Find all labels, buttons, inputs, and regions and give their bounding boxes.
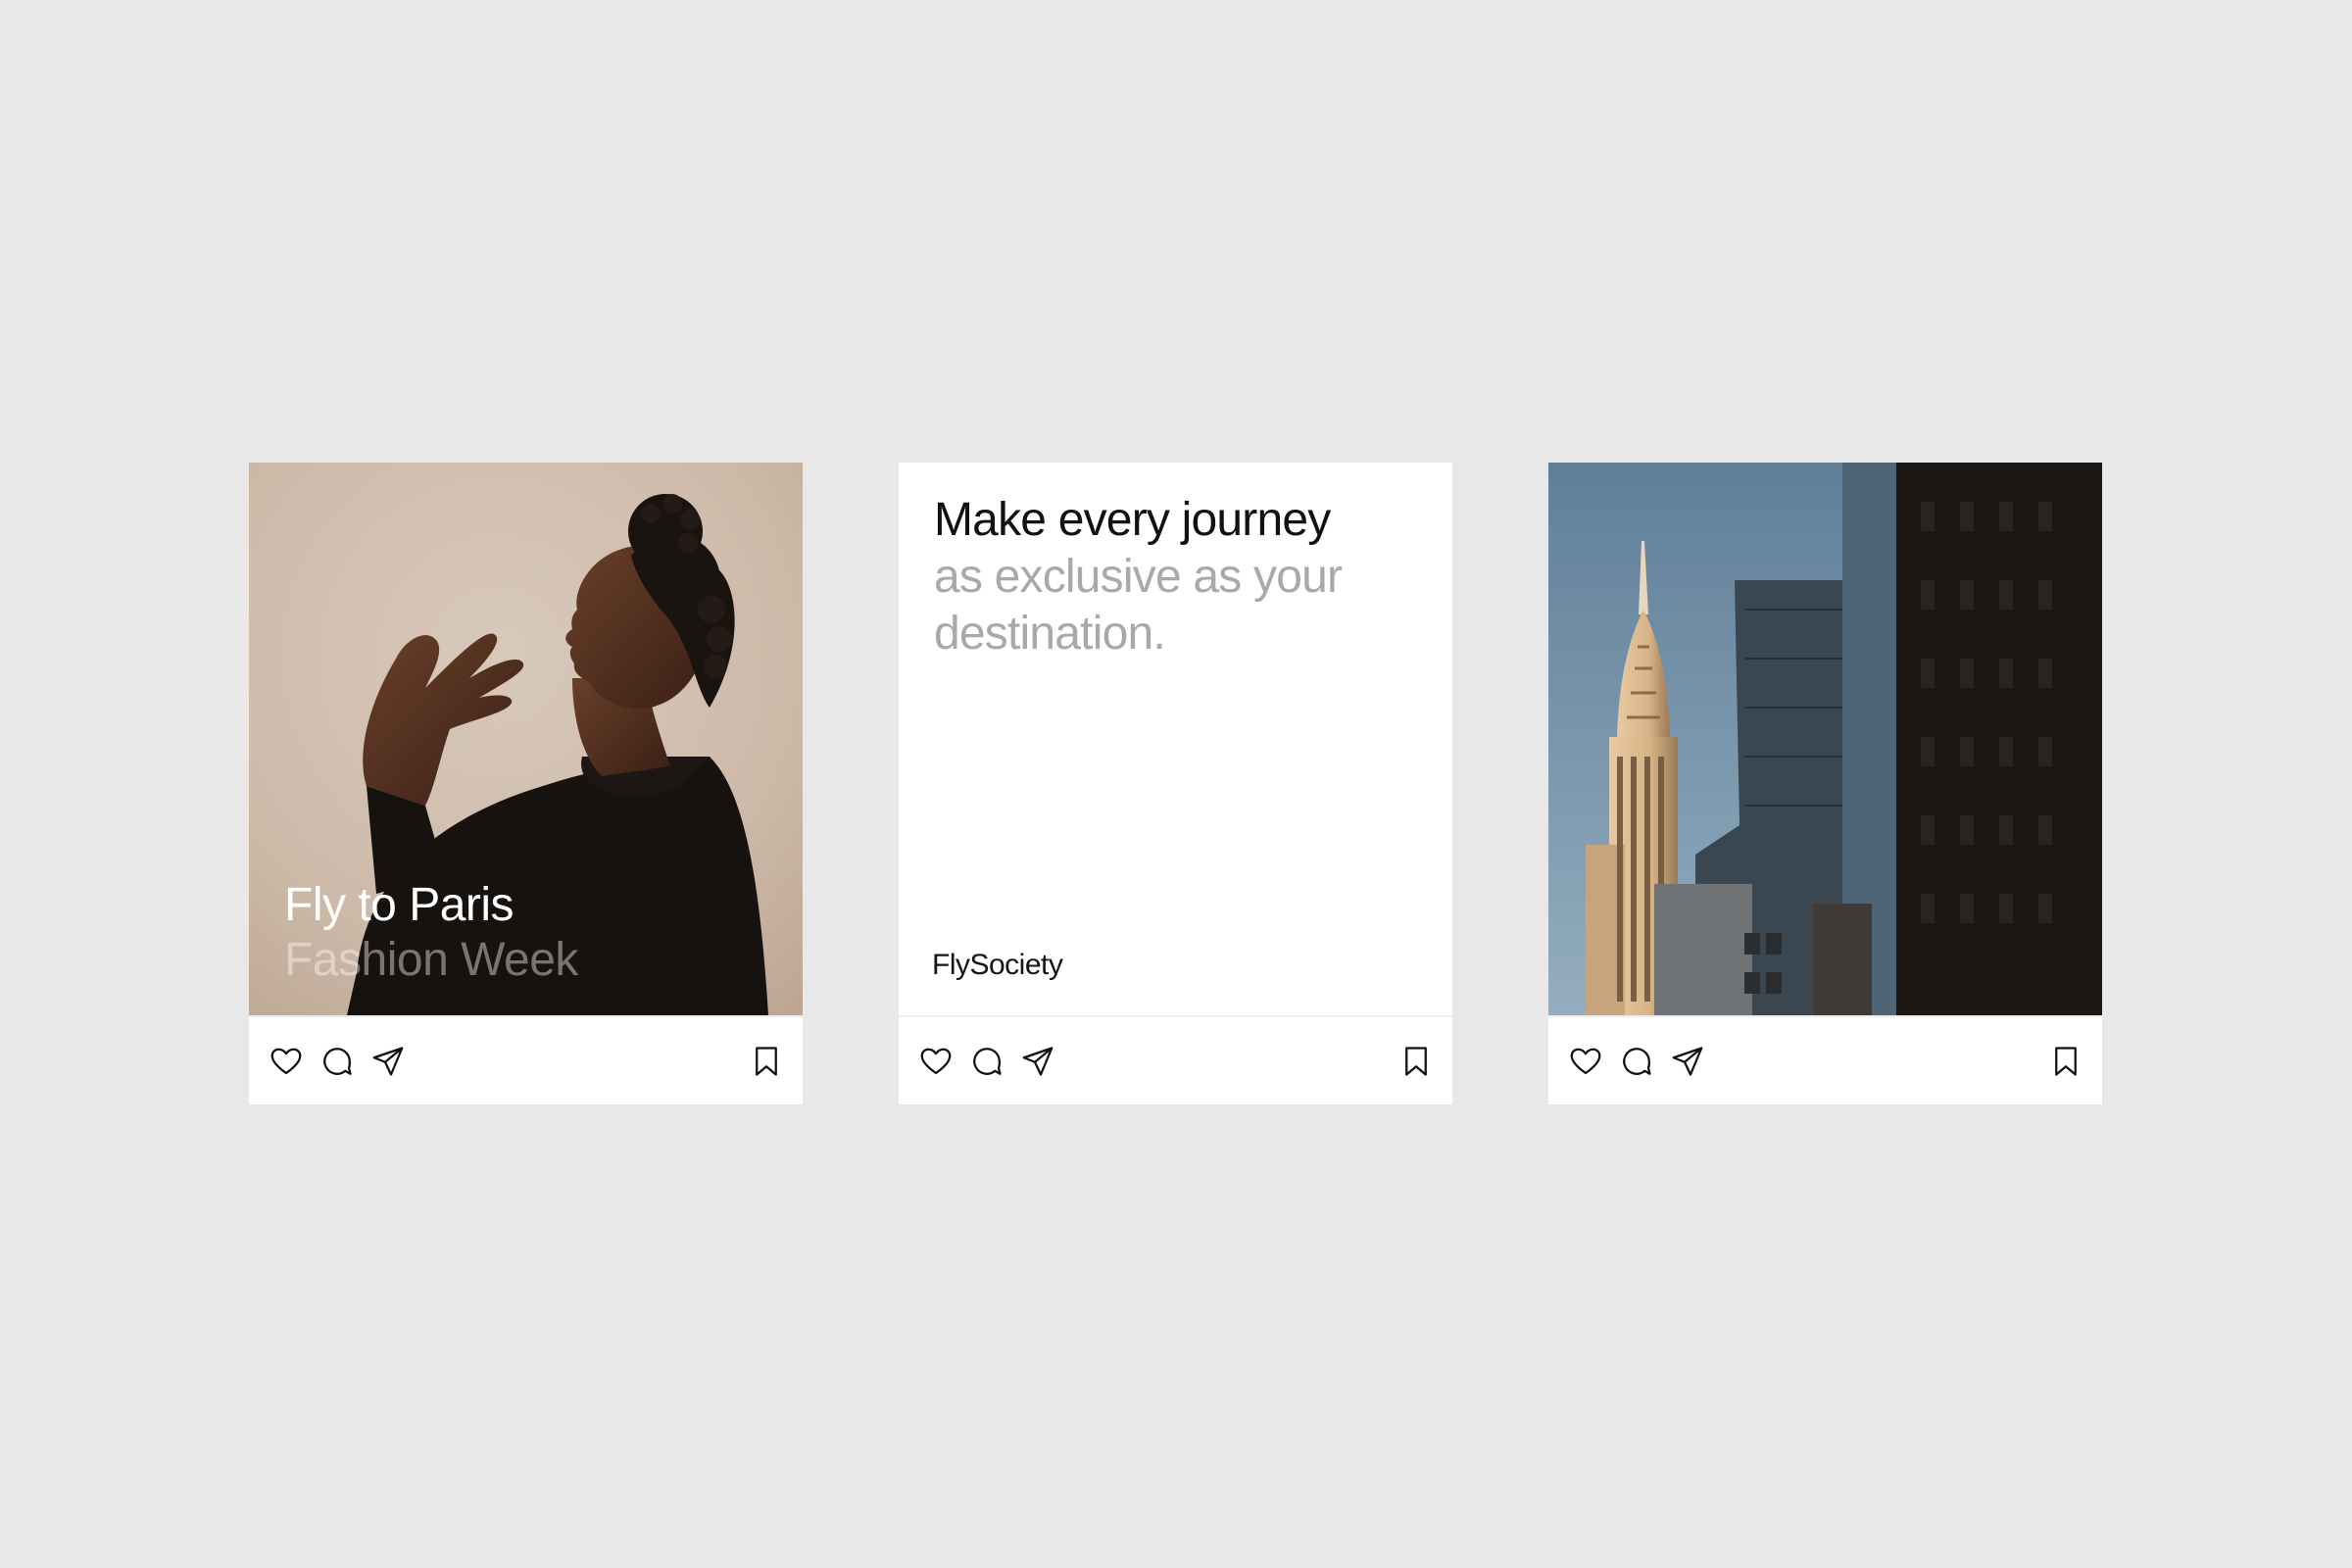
headline-line-2: as exclusive as your — [934, 551, 1343, 603]
post-actions-bar — [899, 1015, 1452, 1104]
paper-plane-icon[interactable] — [1670, 1044, 1705, 1079]
post-actions-bar — [1548, 1015, 2102, 1104]
comment-bubble-icon[interactable] — [319, 1044, 355, 1079]
post-card-city — [1548, 463, 2102, 1104]
post-image-skyscraper[interactable] — [1548, 463, 2102, 1015]
caption-line-2: Fashion Week — [284, 934, 578, 986]
post-actions-bar — [249, 1015, 803, 1104]
comment-bubble-icon[interactable] — [1619, 1044, 1654, 1079]
post-headline: Make every journey as exclusive as your … — [934, 492, 1424, 662]
post-card-text: Make every journey as exclusive as your … — [899, 463, 1452, 1104]
heart-icon[interactable] — [269, 1044, 304, 1079]
post-text-panel[interactable]: Make every journey as exclusive as your … — [899, 463, 1452, 1015]
post-image-portrait[interactable]: Fly to Paris Fashion Week — [249, 463, 803, 1015]
headline-line-1: Make every journey — [934, 494, 1331, 546]
comment-bubble-icon[interactable] — [969, 1044, 1004, 1079]
headline-line-3: destination. — [934, 608, 1166, 660]
post-caption-overlay: Fly to Paris Fashion Week — [284, 878, 578, 988]
caption-line-1: Fly to Paris — [284, 879, 514, 931]
brand-logo-text: FlySociety — [932, 949, 1063, 981]
bookmark-icon[interactable] — [2048, 1044, 2083, 1079]
heart-icon[interactable] — [918, 1044, 954, 1079]
bookmark-icon[interactable] — [749, 1044, 784, 1079]
post-card-fashion: Fly to Paris Fashion Week — [249, 463, 803, 1104]
skyscraper-photo — [1548, 463, 2102, 1015]
bookmark-icon[interactable] — [1398, 1044, 1434, 1079]
paper-plane-icon[interactable] — [1020, 1044, 1055, 1079]
heart-icon[interactable] — [1568, 1044, 1603, 1079]
paper-plane-icon[interactable] — [370, 1044, 406, 1079]
